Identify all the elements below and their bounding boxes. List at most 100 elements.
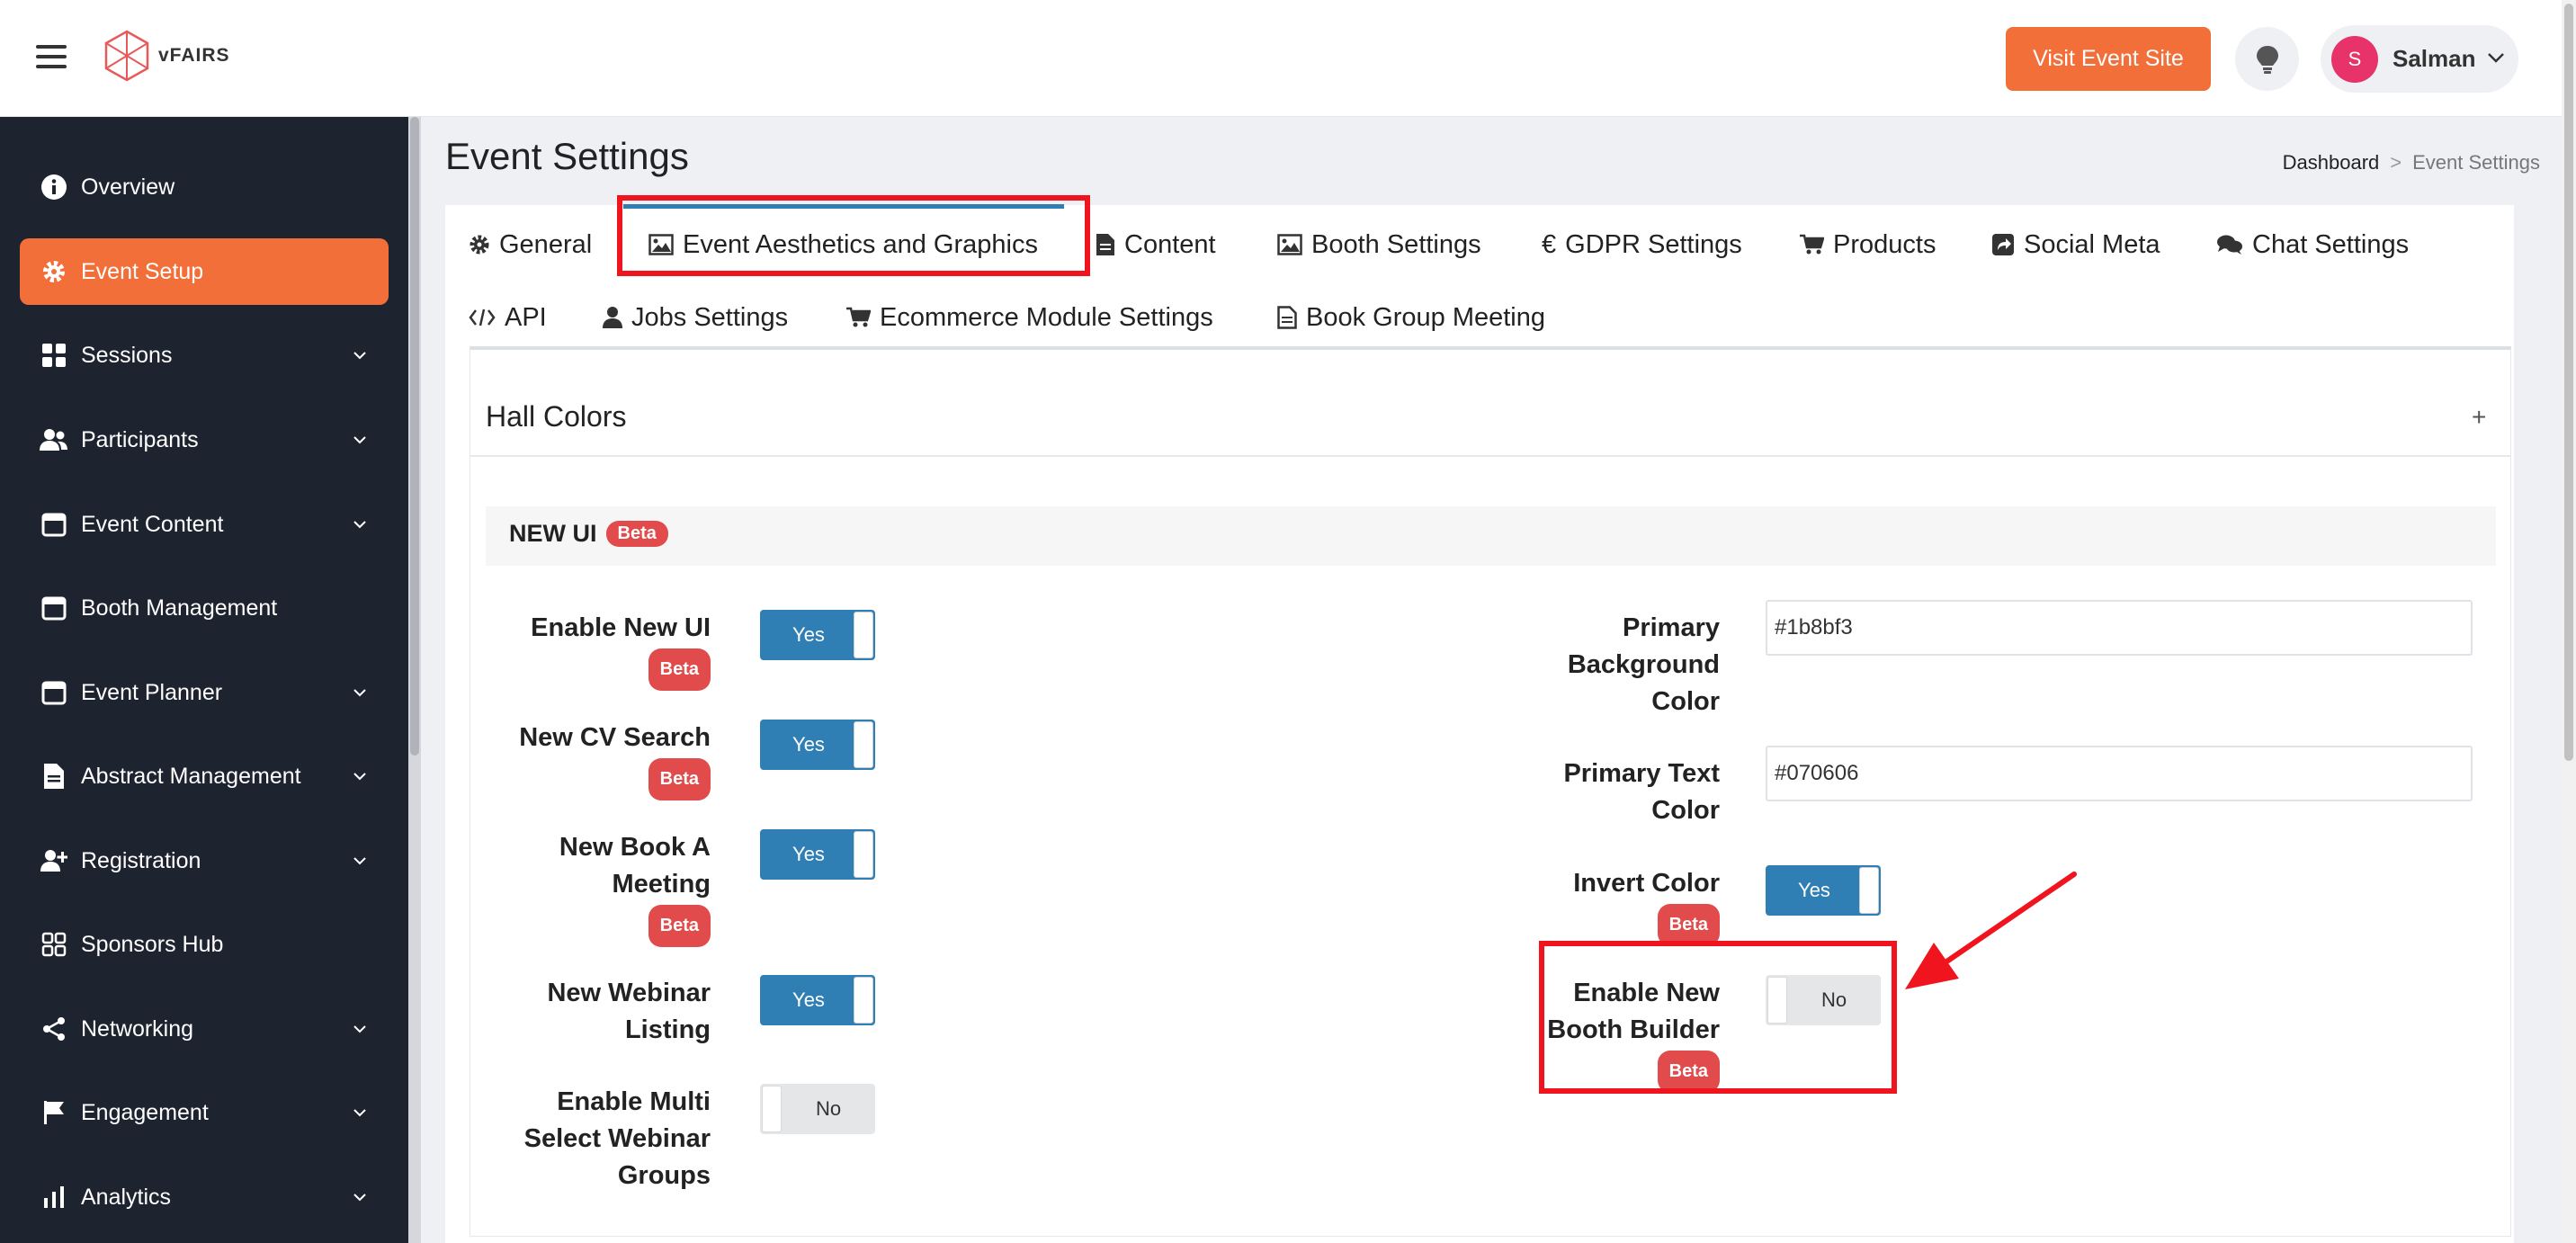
sidebar-item-label: Analytics — [81, 1184, 172, 1210]
sidebar-item-sessions[interactable]: Sessions — [20, 322, 389, 389]
sidebar-item-label: Engagement — [81, 1099, 209, 1125]
calendar-icon — [40, 510, 68, 539]
beta-badge: Beta — [648, 648, 711, 691]
sidebar-item-label: Registration — [81, 847, 201, 873]
toggle-state: Yes — [792, 623, 825, 646]
image-icon — [1277, 234, 1302, 255]
visit-event-site-button[interactable]: Visit Event Site — [2006, 27, 2211, 91]
tab-gdpr-settings[interactable]: € GDPR Settings — [1542, 227, 1742, 263]
enable-multi-select-webinar-groups-toggle[interactable]: No — [760, 1084, 875, 1134]
page-title: Event Settings — [445, 135, 689, 177]
page-scrollbar-thumb[interactable] — [2564, 4, 2573, 761]
invert-color-toggle[interactable]: Yes — [1766, 865, 1881, 916]
annotation-highlight-tab — [617, 195, 1090, 276]
sidebar-item-event-content[interactable]: Event Content — [20, 491, 389, 558]
sidebar-item-label: Event Planner — [81, 679, 223, 705]
tab-label: Ecommerce Module Settings — [880, 302, 1213, 332]
toggle-state: Yes — [792, 733, 825, 756]
tab-chat-settings[interactable]: Chat Settings — [2216, 227, 2409, 263]
toggle-knob — [854, 831, 873, 878]
tab-content[interactable]: Content — [1096, 227, 1216, 263]
sidebar-item-sponsors-hub[interactable]: Sponsors Hub — [20, 911, 389, 978]
hamburger-menu-icon[interactable] — [36, 45, 67, 68]
toggle-knob — [854, 977, 873, 1024]
user-menu[interactable]: S Salman — [2321, 25, 2518, 93]
share-square-icon — [1991, 233, 2015, 256]
sidebar-item-overview[interactable]: Overview — [20, 154, 389, 220]
annotation-highlight-booth-builder — [1539, 941, 1897, 1094]
chevron-down-icon — [347, 351, 372, 360]
page-scrollbar[interactable] — [2562, 0, 2576, 1243]
primary-background-color-label: Primary Background Color — [1540, 610, 1720, 720]
panel-title[interactable]: Hall Colors — [486, 400, 626, 434]
section-title: NEW UI Beta — [509, 520, 668, 548]
field-label-text: Invert Color — [1573, 869, 1720, 898]
sidebar-scrollbar[interactable] — [408, 117, 421, 1243]
toggle-state: No — [815, 1097, 842, 1120]
panel-divider — [470, 455, 2511, 457]
users-icon — [40, 425, 68, 454]
tab-label: Book Group Meeting — [1306, 302, 1545, 332]
sidebar-item-label: Event Setup — [81, 258, 204, 284]
file-text-icon — [1277, 306, 1297, 329]
sidebar-item-event-setup[interactable]: Event Setup — [20, 238, 389, 305]
sidebar-item-label: Overview — [81, 174, 175, 200]
field-label-text: New Webinar Listing — [547, 979, 711, 1044]
tab-booth-settings[interactable]: Booth Settings — [1277, 227, 1481, 263]
lightbulb-button[interactable] — [2235, 27, 2299, 91]
expand-toggle[interactable]: + — [2472, 403, 2486, 432]
sidebar-item-networking[interactable]: Networking — [20, 996, 389, 1062]
breadcrumb: Dashboard > Event Settings — [2283, 151, 2540, 174]
sidebar-item-participants[interactable]: Participants — [20, 407, 389, 473]
toggle-state: Yes — [792, 988, 825, 1011]
tab-label: Jobs Settings — [631, 302, 789, 332]
breadcrumb-dashboard[interactable]: Dashboard — [2283, 151, 2380, 174]
info-icon — [40, 173, 68, 201]
chevron-down-icon — [347, 1108, 372, 1117]
tab-label: Social Meta — [2024, 229, 2160, 259]
euro-icon: € — [1542, 229, 1557, 259]
chevron-down-icon — [347, 520, 372, 529]
tab-jobs-settings[interactable]: Jobs Settings — [603, 300, 788, 335]
new-book-a-meeting-toggle[interactable]: Yes — [760, 829, 875, 880]
tab-products[interactable]: Products — [1799, 227, 1936, 263]
vfairs-logo[interactable]: vFAIRS — [103, 29, 230, 83]
apps-icon — [40, 930, 68, 959]
new-webinar-listing-toggle[interactable]: Yes — [760, 975, 875, 1025]
field-label-text: Primary Background Color — [1567, 613, 1720, 716]
tab-label: Chat Settings — [2252, 229, 2410, 259]
grid-icon — [40, 341, 68, 370]
tab-general[interactable]: General — [469, 227, 592, 263]
sidebar-item-abstract-management[interactable]: Abstract Management — [20, 743, 389, 809]
new-cv-search-toggle[interactable]: Yes — [760, 720, 875, 770]
sidebar-item-label: Event Content — [81, 511, 224, 537]
enable-new-ui-toggle[interactable]: Yes — [760, 610, 875, 660]
user-name: Salman — [2393, 45, 2476, 72]
sidebar-item-label: Booth Management — [81, 595, 278, 621]
sidebar-item-event-planner[interactable]: Event Planner — [20, 659, 389, 726]
user-icon — [603, 306, 622, 329]
tab-ecommerce-module-settings[interactable]: Ecommerce Module Settings — [845, 300, 1213, 335]
beta-badge: Beta — [1657, 904, 1720, 946]
section-header — [486, 506, 2496, 566]
sidebar-item-engagement[interactable]: Engagement — [20, 1079, 389, 1146]
tab-book-group-meeting[interactable]: Book Group Meeting — [1277, 300, 1545, 335]
toggle-state: Yes — [1798, 879, 1830, 901]
new-book-a-meeting-label: New Book A Meeting Beta — [513, 829, 711, 947]
section-title-text: NEW UI — [509, 520, 597, 547]
primary-background-color-input[interactable] — [1766, 600, 2473, 656]
chevron-down-icon — [347, 856, 372, 865]
field-label-text: New CV Search — [519, 723, 711, 752]
sidebar-item-analytics[interactable]: Analytics — [20, 1164, 389, 1230]
sidebar-item-booth-management[interactable]: Booth Management — [20, 575, 389, 641]
primary-text-color-input[interactable] — [1766, 746, 2473, 801]
sidebar-item-registration[interactable]: Registration — [20, 827, 389, 894]
chevron-down-icon — [347, 435, 372, 444]
chat-icon — [2216, 234, 2243, 255]
beta-badge: Beta — [648, 758, 711, 800]
tab-social-meta[interactable]: Social Meta — [1991, 227, 2160, 263]
breadcrumb-separator: > — [2390, 151, 2402, 174]
calendar-icon — [40, 678, 68, 707]
toggle-knob — [854, 721, 873, 768]
tab-api[interactable]: API — [469, 300, 547, 335]
